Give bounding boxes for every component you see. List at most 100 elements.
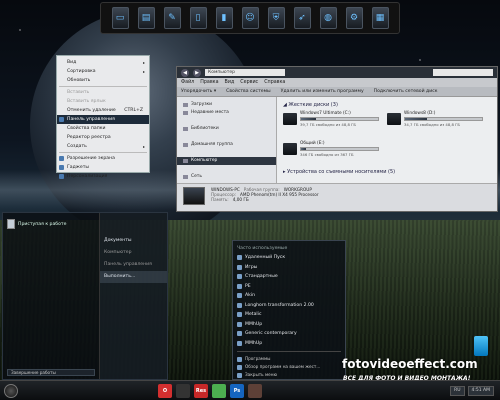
- nav-item[interactable]: Сеть: [177, 173, 276, 181]
- taskbar-apps: O Res Ps: [158, 383, 262, 398]
- search-input[interactable]: [433, 69, 493, 76]
- taskbar: O Res Ps RU 4:51 AM: [0, 380, 500, 400]
- taskbar-app[interactable]: Res: [194, 383, 208, 398]
- start-button[interactable]: [4, 383, 18, 398]
- tray-item[interactable]: RU: [450, 385, 465, 396]
- nav-item[interactable]: [177, 117, 276, 125]
- drive-tile[interactable]: Windows7 Ultimate (C:) 39,7 ГБ свободно и…: [283, 111, 379, 137]
- drive-tile[interactable]: Windows8 (D:) 34,7 ГБ свободно из 48,8 ГБ: [387, 111, 483, 137]
- folder-icon: [183, 175, 188, 179]
- program-footer-item[interactable]: Программы: [237, 355, 341, 363]
- programs-footer: Программы Обзор программ на вашем жест...…: [237, 355, 341, 379]
- tray-item[interactable]: 4:51 AM: [467, 385, 494, 396]
- context-menu-item[interactable]: Вид ▸: [57, 58, 149, 67]
- drive-usage-bar: [300, 147, 379, 151]
- back-button[interactable]: ◀: [181, 68, 189, 77]
- hard-drive-icon: [283, 113, 297, 125]
- menu-3[interactable]: Сервис: [240, 78, 258, 87]
- nav-item[interactable]: Компьютер: [177, 157, 276, 165]
- drive-usage-bar: [404, 117, 483, 121]
- program-item[interactable]: Удаленный Пуск: [237, 253, 341, 263]
- program-item[interactable]: Akin: [237, 291, 341, 301]
- programs-menu: Часто используемые Удаленный Пуск Игры Ста…: [232, 240, 346, 380]
- start-right-item[interactable]: Панель управления: [100, 259, 167, 271]
- program-item[interactable]: MMhUp: [237, 320, 341, 330]
- toolbar-button[interactable]: Свойства системы: [226, 87, 271, 96]
- drive-tile[interactable]: Общий (E:) 346 ГБ свободно из 367 ГБ: [283, 141, 379, 167]
- monitor-icon[interactable]: ▭: [111, 7, 129, 29]
- nav-item[interactable]: Недавние места: [177, 109, 276, 117]
- program-footer-item[interactable]: Обзор программ на вашем жест...: [237, 363, 341, 371]
- context-menu-item[interactable]: Свойства папки: [57, 124, 149, 133]
- gear-icon[interactable]: ⚙: [345, 7, 363, 29]
- context-menu-item[interactable]: Разрешение экрана: [57, 154, 149, 163]
- text-editor-icon[interactable]: ✎: [163, 7, 181, 29]
- pinned-getting-started[interactable]: Приступая к работе: [7, 217, 95, 231]
- shutdown-button[interactable]: Завершение работы: [7, 369, 95, 376]
- context-menu-item[interactable]: Гаджеты: [57, 163, 149, 172]
- toolbar-button[interactable]: Упорядочить ▾: [181, 87, 216, 96]
- taskbar-app[interactable]: Ps: [230, 383, 244, 398]
- system-tray: RU 4:51 AM: [450, 385, 494, 396]
- program-label: MMhUp: [245, 340, 263, 346]
- terminal-icon[interactable]: ▯: [189, 7, 207, 29]
- context-menu-item[interactable]: Персонализация: [57, 172, 149, 181]
- person-icon[interactable]: ☺: [241, 7, 259, 29]
- nav-item[interactable]: Загрузки: [177, 101, 276, 109]
- content-pane: ◢ Жесткие диски (3) Windows7 Ultimate (C…: [277, 97, 497, 183]
- nav-item[interactable]: [177, 149, 276, 157]
- nav-item[interactable]: [177, 133, 276, 141]
- menu-1[interactable]: Правка: [200, 78, 218, 87]
- start-right-item[interactable]: Выполнить...: [100, 271, 167, 283]
- drives-list: Windows7 Ultimate (C:) 39,7 ГБ свободно и…: [283, 111, 491, 167]
- start-left-column: Приступая к работе Завершение работы: [3, 213, 99, 379]
- start-right-item[interactable]: Компьютер: [100, 247, 167, 259]
- menu-2[interactable]: Вид: [225, 78, 235, 87]
- menu-item-label: Свойства папки: [67, 126, 106, 131]
- context-menu-item[interactable]: Вставить ярлык: [57, 97, 149, 106]
- program-icon: [237, 274, 242, 280]
- tablet-icon[interactable]: ▮: [215, 7, 233, 29]
- context-menu-item[interactable]: Панель управления: [57, 115, 149, 124]
- toolbar-button[interactable]: Подключить сетевой диск: [374, 87, 438, 96]
- grid-icon[interactable]: ▦: [371, 7, 389, 29]
- taskbar-app[interactable]: [248, 383, 262, 398]
- context-menu-item[interactable]: Редактор реестра: [57, 133, 149, 142]
- taskbar-app[interactable]: O: [158, 383, 172, 398]
- context-menu-item[interactable]: Создать ▸: [57, 142, 149, 151]
- taskbar-app[interactable]: [176, 383, 190, 398]
- chevron-right-icon: ▸: [142, 144, 145, 149]
- menu-0[interactable]: Файл: [181, 78, 194, 87]
- nav-item[interactable]: Домашняя группа: [177, 141, 276, 149]
- globe-icon[interactable]: ◍: [319, 7, 337, 29]
- toolbar-button[interactable]: Удалить или изменить программу: [281, 87, 364, 96]
- group-hard-drives[interactable]: ◢ Жесткие диски (3): [283, 102, 491, 108]
- context-menu-item[interactable]: Вставить: [57, 88, 149, 97]
- menu-item-label: Персонализация: [67, 174, 108, 179]
- context-menu-item[interactable]: Отменить удаление CTRL+Z: [57, 106, 149, 115]
- forward-button[interactable]: ▶: [193, 68, 201, 77]
- menu-4[interactable]: Справка: [264, 78, 285, 87]
- program-item[interactable]: PE: [237, 282, 341, 292]
- program-item[interactable]: Стандартные: [237, 272, 341, 282]
- drive-name: Общий (E:): [300, 141, 325, 146]
- context-menu-item[interactable]: Обновить: [57, 76, 149, 85]
- program-item[interactable]: Игры: [237, 263, 341, 273]
- group-removable[interactable]: ▸ Устройства со съемными носителями (5): [283, 169, 491, 175]
- shield-icon[interactable]: ⛨: [267, 7, 285, 29]
- taskbar-app[interactable]: [212, 383, 226, 398]
- program-item[interactable]: Longhorn transformation 2.00: [237, 301, 341, 311]
- start-right-item[interactable]: Документы: [100, 235, 167, 247]
- window-icon[interactable]: ▤: [137, 7, 155, 29]
- context-menu-item[interactable]: Сортировка ▸: [57, 67, 149, 76]
- drive-usage-fill: [301, 148, 306, 150]
- program-item[interactable]: MMhUp: [237, 339, 341, 349]
- program-item[interactable]: Generic contemporary: [237, 329, 341, 339]
- nav-item[interactable]: Библиотеки: [177, 125, 276, 133]
- drive-usage-fill: [301, 118, 316, 120]
- nav-item[interactable]: [177, 165, 276, 173]
- program-item[interactable]: Metalic: [237, 310, 341, 320]
- bird-icon[interactable]: ➶: [293, 7, 311, 29]
- address-bar[interactable]: Компьютер: [205, 69, 285, 76]
- program-footer-item[interactable]: Закрыть меню: [237, 371, 341, 379]
